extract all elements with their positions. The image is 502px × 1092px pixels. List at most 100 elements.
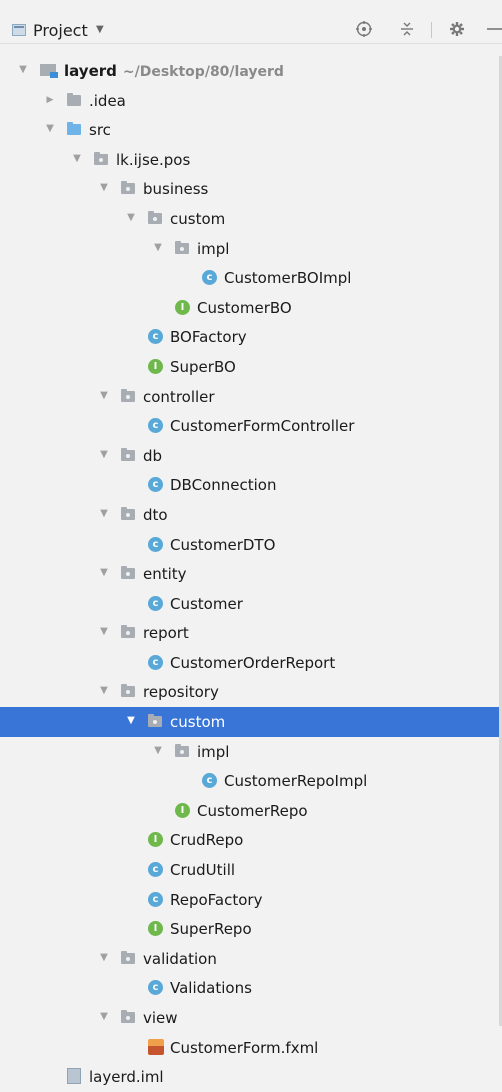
tree-node[interactable]: c DBConnection	[0, 470, 502, 500]
tree-node[interactable]: c RepoFactory	[0, 885, 502, 915]
class-icon: c	[148, 891, 163, 907]
tree-node[interactable]: I CustomerBO	[0, 293, 502, 323]
tree-node[interactable]: ▼ lk.ijse.pos	[0, 145, 502, 175]
package-icon	[121, 388, 135, 402]
expanded-arrow-icon[interactable]: ▼	[153, 744, 163, 758]
project-view-icon	[12, 24, 26, 36]
tree-node[interactable]: ▼ repository	[0, 677, 502, 707]
tree-node-label: view	[143, 1009, 178, 1027]
package-icon	[121, 625, 135, 639]
interface-icon: I	[148, 832, 163, 848]
class-icon: c	[148, 654, 163, 670]
package-dot-icon	[126, 1016, 130, 1020]
class-icon: c	[202, 773, 217, 789]
project-view-title[interactable]: Project	[33, 22, 88, 40]
expanded-arrow-icon[interactable]: ▼	[99, 389, 109, 403]
locate-icon[interactable]	[355, 20, 373, 38]
expanded-arrow-icon[interactable]: ▼	[18, 63, 28, 77]
expanded-arrow-icon[interactable]: ▼	[126, 714, 136, 728]
tree-node[interactable]: I SuperRepo	[0, 914, 502, 944]
tree-node[interactable]: I CustomerRepo	[0, 796, 502, 826]
project-path: ~/Desktop/80/layerd	[122, 64, 284, 80]
gear-icon[interactable]	[448, 20, 466, 38]
expanded-arrow-icon[interactable]: ▼	[72, 152, 82, 166]
tree-node-label: src	[89, 121, 111, 140]
tree-node-label: CustomerRepo	[197, 801, 308, 820]
tree-node[interactable]: c CustomerRepoImpl	[0, 766, 502, 796]
tree-node-label: repository	[143, 683, 219, 702]
tree-node[interactable]: I CrudRepo	[0, 825, 502, 855]
tree-node[interactable]: ▼ view	[0, 1003, 502, 1033]
tree-node[interactable]: c BOFactory	[0, 322, 502, 352]
collapse-all-icon[interactable]	[398, 20, 416, 38]
tree-node[interactable]: ▼ validation	[0, 944, 502, 974]
package-dot-icon	[126, 187, 130, 192]
package-dot-icon	[153, 720, 157, 725]
class-icon: c	[148, 329, 163, 345]
expanded-arrow-icon[interactable]: ▼	[99, 684, 109, 698]
package-dot-icon	[180, 246, 184, 251]
tree-node-label: CrudRepo	[170, 831, 244, 850]
tree-node[interactable]: ▼ controller	[0, 382, 502, 412]
expanded-arrow-icon[interactable]: ▼	[99, 1010, 109, 1024]
tree-node[interactable]: CustomerForm.fxml	[0, 1033, 502, 1063]
tree-node[interactable]: c CrudUtill	[0, 855, 502, 885]
project-toolbar: Project ▼	[0, 0, 502, 44]
tree-node[interactable]: ▼ db	[0, 441, 502, 471]
tree-node-label: CustomerForm.fxml	[170, 1038, 319, 1057]
project-folder-icon	[40, 64, 58, 78]
package-icon	[121, 447, 135, 461]
package-icon	[121, 1010, 135, 1023]
hide-panel-icon[interactable]	[484, 20, 502, 38]
tree-node[interactable]: c CustomerOrderReport	[0, 648, 502, 678]
tree-node[interactable]: ▼ dto	[0, 500, 502, 530]
chevron-down-icon[interactable]: ▼	[96, 24, 104, 35]
expanded-arrow-icon[interactable]: ▼	[99, 566, 109, 580]
tree-node[interactable]: ▼ custom	[0, 204, 502, 234]
tree-node[interactable]: c Customer	[0, 589, 502, 619]
package-dot-icon	[126, 572, 130, 577]
tree-node[interactable]: ▼ impl	[0, 234, 502, 264]
package-icon	[121, 684, 135, 698]
tree-node[interactable]: c CustomerDTO	[0, 530, 502, 560]
tree-node-label: CustomerRepoImpl	[224, 772, 368, 791]
expanded-arrow-icon[interactable]: ▼	[153, 241, 163, 255]
package-dot-icon	[126, 512, 130, 517]
tree-node[interactable]: ▼ impl	[0, 737, 502, 767]
tree-node-label: CustomerOrderReport	[170, 653, 336, 672]
tree-node[interactable]: ▼ src	[0, 115, 502, 145]
tree-node[interactable]: layerd.iml	[0, 1062, 502, 1092]
tree-node[interactable]: c Validations	[0, 973, 502, 1003]
package-icon	[121, 181, 135, 195]
expanded-arrow-icon[interactable]: ▼	[99, 448, 109, 462]
expanded-arrow-icon[interactable]: ▼	[126, 211, 136, 225]
package-icon	[121, 950, 135, 964]
class-icon: c	[148, 595, 163, 611]
expanded-arrow-icon[interactable]: ▼	[99, 625, 109, 639]
toolbar-divider	[431, 22, 432, 38]
package-icon	[148, 210, 162, 224]
tree-node-label: CustomerBOImpl	[224, 269, 352, 288]
tree-node-label: db	[143, 446, 163, 465]
tree-node-label: CustomerDTO	[170, 535, 276, 554]
tree-node[interactable]: ▼ business	[0, 174, 502, 204]
tree-node-label: lk.ijse.pos	[116, 150, 191, 169]
package-icon	[175, 240, 189, 254]
tree-node[interactable]: ▶ .idea	[0, 86, 502, 116]
folder-icon	[67, 92, 81, 106]
tree-node[interactable]: I SuperBO	[0, 352, 502, 382]
tree-node[interactable]: c CustomerBOImpl	[0, 263, 502, 293]
tree-node-label: custom	[170, 209, 226, 228]
tree-node[interactable]: ▼ custom	[0, 707, 502, 737]
expanded-arrow-icon[interactable]: ▼	[99, 951, 109, 965]
tree-node[interactable]: ▼ report	[0, 618, 502, 648]
expanded-arrow-icon[interactable]: ▼	[99, 181, 109, 195]
collapsed-arrow-icon[interactable]: ▶	[45, 93, 55, 107]
expanded-arrow-icon[interactable]: ▼	[99, 507, 109, 521]
tree-node[interactable]: ▼ entity	[0, 559, 502, 589]
expanded-arrow-icon[interactable]: ▼	[45, 122, 55, 136]
tree-node-label: report	[143, 624, 189, 643]
tree-node-label: SuperBO	[170, 357, 236, 376]
tree-node[interactable]: ▼ layerd ~/Desktop/80/layerd	[0, 56, 502, 86]
tree-node[interactable]: c CustomerFormController	[0, 411, 502, 441]
